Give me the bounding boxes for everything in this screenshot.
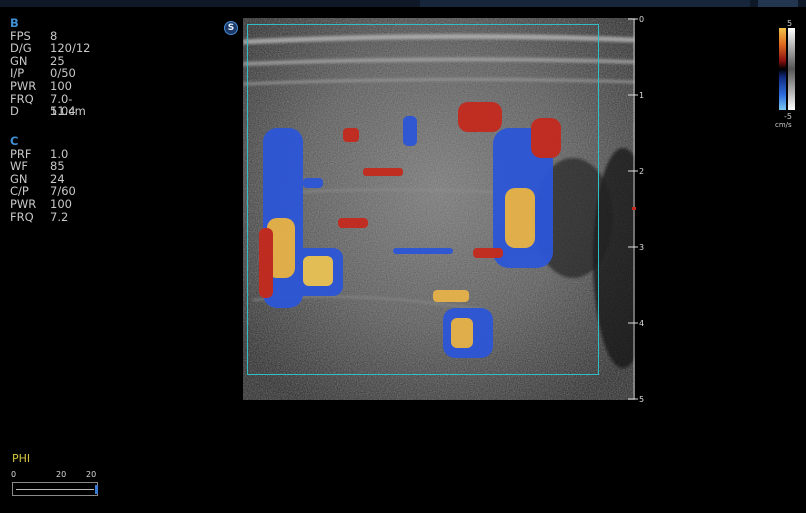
color-scale-unit: cm/s bbox=[775, 121, 792, 129]
param-row: FRQ 7.2 bbox=[10, 209, 69, 224]
depth-tick-label: 3 bbox=[639, 243, 644, 252]
color-velocity-bar bbox=[779, 28, 795, 110]
depth-tick-label: 0 bbox=[639, 15, 644, 24]
depth-tick-label: 4 bbox=[639, 319, 644, 328]
top-bar-segment bbox=[420, 0, 750, 7]
param-row: PWR 100 bbox=[10, 196, 72, 211]
top-status-bar bbox=[0, 0, 806, 7]
phi-scale-min: 0 bbox=[11, 470, 17, 479]
c-mode-params: C PRF 1.0 WF 85 GN 24 C/P 7/60 PWR 100 FRQ 7.2 bbox=[10, 134, 76, 224]
color-scale-bottom-label: -5 bbox=[784, 112, 792, 121]
param-row: D 5.0cm bbox=[10, 104, 86, 119]
focus-marker bbox=[632, 207, 636, 210]
b-mode-params: B FPS 8 D/G 120/12 GN 25 I/P 0/50 PWR 100 FRQ… bbox=[10, 16, 91, 119]
probe-orientation-marker: S bbox=[224, 21, 238, 35]
depth-tick-label: 1 bbox=[639, 91, 644, 100]
phi-scale-max: 20 bbox=[86, 470, 97, 479]
top-bar-segment bbox=[758, 0, 798, 7]
param-row: D/G 120/12 bbox=[10, 41, 91, 56]
phi-slider[interactable]: 0 20 20 bbox=[10, 470, 102, 500]
depth-scale: 0 1 2 3 4 5 bbox=[628, 15, 644, 404]
phi-slider-thumb[interactable] bbox=[95, 485, 98, 494]
color-roi-box[interactable] bbox=[247, 24, 599, 375]
color-scale-top-label: 5 bbox=[787, 19, 793, 28]
phi-slider-track[interactable] bbox=[12, 482, 98, 496]
depth-tick-label: 2 bbox=[639, 167, 644, 176]
phi-slider-line bbox=[16, 489, 94, 490]
param-row: WF 85 bbox=[10, 159, 65, 174]
param-row: PWR 100 bbox=[10, 78, 72, 93]
depth-tick-label: 5 bbox=[639, 395, 644, 404]
phi-scale-mid: 20 bbox=[56, 470, 67, 479]
phi-label: PHI bbox=[12, 452, 31, 465]
b-mode-header: B bbox=[10, 16, 19, 30]
c-mode-header: C bbox=[10, 134, 19, 148]
